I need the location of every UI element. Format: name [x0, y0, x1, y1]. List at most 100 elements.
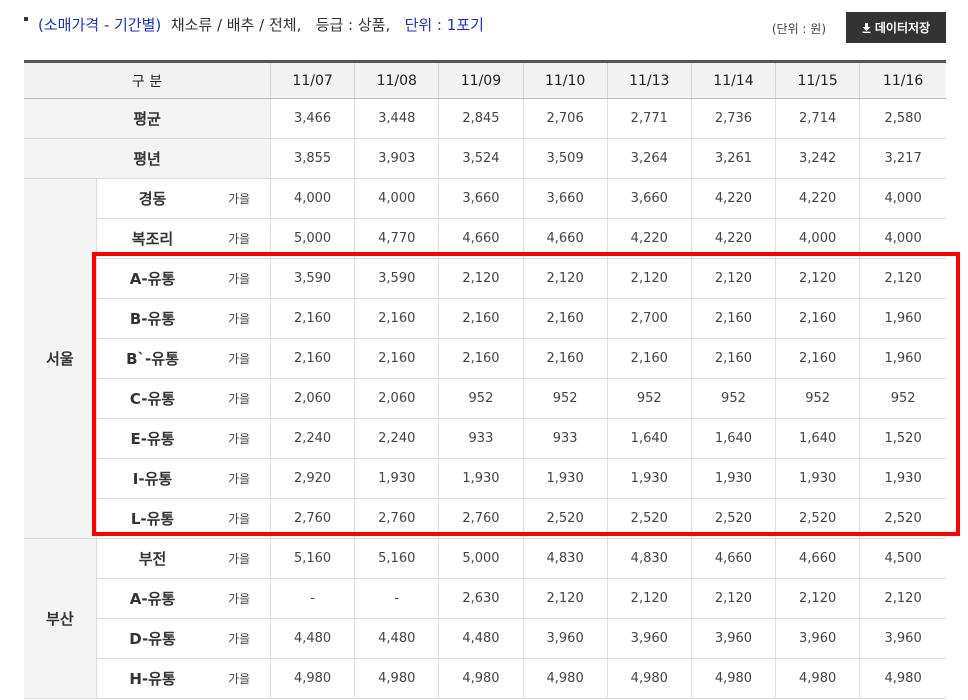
- download-icon: [862, 22, 871, 33]
- price-cell: 2,120: [606, 578, 692, 619]
- price-cell: 2,240: [354, 418, 439, 459]
- price-cell: 4,980: [690, 658, 776, 699]
- city-label: 부산: [24, 538, 97, 699]
- data-save-label: 데이터저장: [874, 21, 931, 35]
- price-cell: 2,520: [859, 498, 946, 539]
- price-cell: 2,714: [775, 98, 860, 139]
- price-cell: 5,000: [438, 538, 524, 579]
- market-name: L-유통: [96, 498, 209, 539]
- price-cell: 2,120: [606, 258, 692, 299]
- price-cell: 3,660: [606, 178, 692, 219]
- date-header: 11/13: [606, 60, 692, 99]
- price-cell: 3,466: [270, 98, 355, 139]
- table-row: 부산 부전 가을 5,160 5,160 5,000 4,830 4,830 4,660 4,66…: [24, 538, 946, 699]
- price-cell: 952: [859, 378, 946, 419]
- date-header: 11/10: [522, 60, 608, 99]
- price-cell: 3,660: [438, 178, 524, 219]
- date-header: 11/09: [438, 60, 524, 99]
- table-body: 평균 3,466 3,448 2,845 2,706 2,771 2,736 2,714 2,5…: [24, 98, 946, 699]
- price-cell: 1,930: [859, 458, 946, 499]
- grade-label: 가을: [208, 498, 271, 539]
- price-cell: 1,640: [606, 418, 692, 459]
- data-save-button[interactable]: 데이터저장: [846, 12, 946, 43]
- price-cell: -: [354, 578, 439, 619]
- price-cell: 3,590: [270, 258, 355, 299]
- price-cell: 952: [775, 378, 860, 419]
- price-cell: 2,120: [690, 578, 776, 619]
- price-cell: 2,120: [859, 258, 946, 299]
- price-cell: 2,120: [775, 578, 860, 619]
- item-label: 채소류 / 배추 / 전체,: [170, 16, 302, 34]
- market-name: H-유통: [96, 658, 209, 699]
- price-cell: 3,261: [690, 138, 776, 179]
- price-cell: 4,980: [859, 658, 946, 699]
- price-cell: 933: [522, 418, 608, 459]
- price-cell: 2,160: [438, 298, 524, 339]
- price-cell: 2,160: [690, 298, 776, 339]
- price-cell: 4,770: [354, 218, 439, 259]
- date-header: 11/14: [690, 60, 776, 99]
- price-cell: 3,660: [522, 178, 608, 219]
- price-cell: 2,771: [606, 98, 692, 139]
- price-cell: 2,160: [270, 338, 355, 379]
- date-header: 11/07: [270, 60, 355, 99]
- price-cell: 952: [438, 378, 524, 419]
- price-cell: 4,980: [522, 658, 608, 699]
- price-cell: 2,760: [354, 498, 439, 539]
- market-name: I-유통: [96, 458, 209, 499]
- price-cell: 2,760: [438, 498, 524, 539]
- price-cell: 2,120: [522, 258, 608, 299]
- market-name: 부전: [96, 538, 209, 579]
- grade-label: 가을: [208, 538, 271, 579]
- price-cell: 4,480: [354, 618, 439, 659]
- price-cell: 4,000: [270, 178, 355, 219]
- price-cell: 1,930: [775, 458, 860, 499]
- price-cell: 1,640: [775, 418, 860, 459]
- price-cell: 1,930: [522, 458, 608, 499]
- price-cell: 4,830: [522, 538, 608, 579]
- price-cell: 4,480: [270, 618, 355, 659]
- price-cell: 3,960: [690, 618, 776, 659]
- grade-label: 가을: [208, 658, 271, 699]
- price-cell: 2,060: [270, 378, 355, 419]
- price-cell: 952: [606, 378, 692, 419]
- price-cell: 2,240: [270, 418, 355, 459]
- price-cell: 3,217: [859, 138, 946, 179]
- bullet-icon: [24, 17, 28, 21]
- city-label: 서울: [24, 178, 97, 539]
- date-header: 11/16: [859, 60, 946, 99]
- grade-label: 등급 : 상품,: [315, 16, 391, 34]
- market-name: A-유통: [96, 258, 209, 299]
- price-cell: 4,660: [438, 218, 524, 259]
- price-cell: 2,580: [859, 98, 946, 139]
- price-cell: 2,160: [690, 338, 776, 379]
- price-cell: 2,700: [606, 298, 692, 339]
- price-cell: 1,930: [438, 458, 524, 499]
- price-cell: 3,960: [522, 618, 608, 659]
- price-cell: 4,980: [606, 658, 692, 699]
- date-header: 11/15: [775, 60, 860, 99]
- summary-row: 평균 3,466 3,448 2,845 2,706 2,771 2,736 2,714 2,5…: [24, 98, 946, 139]
- price-cell: 4,480: [438, 618, 524, 659]
- price-cell: 2,120: [859, 578, 946, 619]
- price-cell: 2,845: [438, 98, 524, 139]
- price-cell: 1,930: [690, 458, 776, 499]
- table-row: E-유통 가을 2,240 2,240 933 933 1,640 1,640 1,640 1,5…: [24, 418, 946, 459]
- price-cell: 4,220: [690, 218, 776, 259]
- price-cell: 2,160: [775, 298, 860, 339]
- header-category: 구 분: [24, 60, 271, 99]
- summary-label: 평년: [24, 138, 271, 179]
- market-name: B-유통: [96, 298, 209, 339]
- price-cell: 2,160: [775, 338, 860, 379]
- unit-note: (단위 : 원): [771, 22, 826, 36]
- title-line: (소매가격 - 기간별) 채소류 / 배추 / 전체, 등급 : 상품, 단위 …: [38, 14, 484, 35]
- grade-label: 가을: [208, 338, 271, 379]
- price-cell: 2,120: [690, 258, 776, 299]
- price-cell: 2,160: [438, 338, 524, 379]
- price-cell: 2,630: [438, 578, 524, 619]
- market-name: D-유통: [96, 618, 209, 659]
- table-row: D-유통 가을 4,480 4,480 4,480 3,960 3,960 3,960 3,96…: [24, 618, 946, 659]
- price-cell: 2,160: [606, 338, 692, 379]
- price-cell: 3,242: [775, 138, 860, 179]
- price-cell: 2,160: [354, 298, 439, 339]
